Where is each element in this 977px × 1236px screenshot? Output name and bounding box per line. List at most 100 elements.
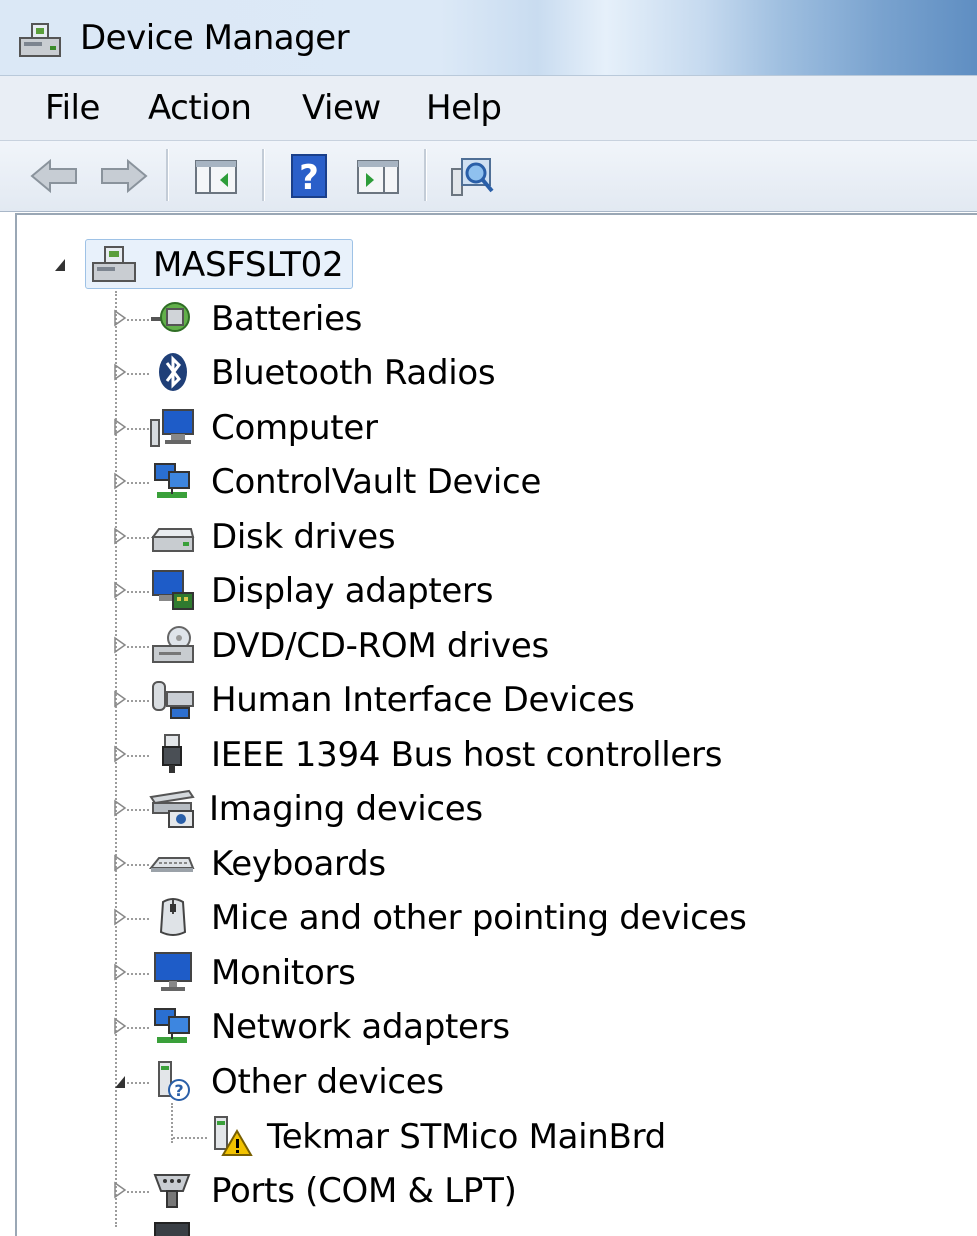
tree-connector xyxy=(127,537,149,539)
tree-connector xyxy=(127,373,149,375)
show-hide-console-tree-icon[interactable] xyxy=(190,151,244,201)
menu-view[interactable]: View xyxy=(302,88,381,128)
tree-node-label: Tekmar STMico MainBrd xyxy=(267,1117,666,1157)
back-arrow-icon[interactable] xyxy=(28,151,82,201)
tree-node-ieee-1394-bus-host-controllers[interactable]: IEEE 1394 Bus host controllers xyxy=(109,731,969,777)
collapse-arrow-icon[interactable] xyxy=(113,1072,127,1090)
expand-arrow-icon[interactable] xyxy=(113,799,127,817)
tree-node-keyboards[interactable]: Keyboards xyxy=(109,840,969,886)
tree-node-label: Disk drives xyxy=(211,517,396,557)
tree-node-dvd-cd-rom-drives[interactable]: DVD/CD-ROM drives xyxy=(109,622,969,668)
expand-arrow-icon[interactable] xyxy=(113,854,127,872)
expand-arrow-icon[interactable] xyxy=(113,1017,127,1035)
tree-node-label: Human Interface Devices xyxy=(211,680,635,720)
menu-help[interactable]: Help xyxy=(426,88,502,128)
mouse-icon xyxy=(149,896,195,938)
display-adapter-icon xyxy=(149,569,195,611)
expand-arrow-icon[interactable] xyxy=(113,963,127,981)
expand-arrow-icon[interactable] xyxy=(113,1181,127,1199)
tree-node-controlvault-device[interactable]: ControlVault Device xyxy=(109,458,969,504)
tree-node-label: Display adapters xyxy=(211,571,494,611)
battery-icon xyxy=(149,297,195,339)
tree-node-label: Other devices xyxy=(211,1062,444,1102)
tree-node-bluetooth-radios[interactable]: Bluetooth Radios xyxy=(109,349,969,395)
tree-node-disk-drives[interactable]: Disk drives xyxy=(109,513,969,559)
tree-connector xyxy=(127,482,149,484)
menu-bar: File Action View Help xyxy=(0,76,977,141)
help-icon[interactable]: ? xyxy=(284,151,338,201)
firewire-connector-icon xyxy=(149,733,195,775)
expand-arrow-icon[interactable] xyxy=(113,908,127,926)
expand-arrow-icon[interactable] xyxy=(113,363,127,381)
hid-icon xyxy=(149,678,195,720)
window-title: Device Manager xyxy=(80,18,350,58)
menu-action[interactable]: Action xyxy=(148,88,252,128)
computer-icon xyxy=(149,406,195,448)
scanner-camera-icon xyxy=(149,787,195,829)
port-connector-icon xyxy=(149,1169,195,1211)
dvd-drive-icon xyxy=(149,624,195,666)
tree-connector xyxy=(127,1191,149,1193)
network-adapter-icon xyxy=(149,1005,195,1047)
tree-node-network-adapters[interactable]: Network adapters xyxy=(109,1003,969,1049)
tree-node-human-interface-devices[interactable]: Human Interface Devices xyxy=(109,676,969,722)
expand-arrow-icon[interactable] xyxy=(113,636,127,654)
collapse-arrow-icon[interactable] xyxy=(53,255,67,273)
tree-node-display-adapters[interactable]: Display adapters xyxy=(109,567,969,613)
expand-arrow-icon[interactable] xyxy=(113,690,127,708)
tree-node-label: Batteries xyxy=(211,299,363,339)
tree-node-label: ControlVault Device xyxy=(211,462,542,502)
tree-connector xyxy=(127,755,149,757)
tree-node-computer[interactable]: Computer xyxy=(109,404,969,450)
scan-hardware-icon[interactable] xyxy=(446,151,500,201)
expand-arrow-icon[interactable] xyxy=(113,309,127,327)
network-device-icon xyxy=(149,460,195,502)
tree-connector xyxy=(127,864,149,866)
expand-arrow-icon[interactable] xyxy=(113,527,127,545)
tree-node-tekmar-stmico-mainbrd[interactable]: Tekmar STMico MainBrd xyxy=(167,1113,967,1159)
tree-node-label: IEEE 1394 Bus host controllers xyxy=(211,735,723,775)
toolbar-separator xyxy=(424,149,427,201)
monitor-icon xyxy=(149,951,195,993)
tree-connector xyxy=(127,646,149,648)
tree-root-node[interactable]: MASFSLT02 xyxy=(47,239,367,289)
tree-node-label: Computer xyxy=(211,408,378,448)
svg-text:?: ? xyxy=(299,158,319,198)
tree-connector xyxy=(127,700,149,702)
warning-device-icon xyxy=(207,1115,253,1157)
tree-node-mice-and-other-pointing-devices[interactable]: Mice and other pointing devices xyxy=(109,894,969,940)
tree-node-ports-com-lpt[interactable]: Ports (COM & LPT) xyxy=(109,1167,969,1213)
expand-arrow-icon[interactable] xyxy=(113,581,127,599)
tree-node-label: Ports (COM & LPT) xyxy=(211,1171,517,1211)
keyboard-icon xyxy=(148,842,195,884)
tree-node-label: DVD/CD-ROM drives xyxy=(211,626,549,666)
tree-node-label: Mice and other pointing devices xyxy=(211,898,747,938)
show-hide-action-pane-icon[interactable] xyxy=(352,151,406,201)
tree-connector xyxy=(127,1027,149,1029)
expand-arrow-icon[interactable] xyxy=(113,418,127,436)
forward-arrow-icon[interactable] xyxy=(96,151,150,201)
expand-arrow-icon[interactable] xyxy=(113,745,127,763)
tree-node-monitors[interactable]: Monitors xyxy=(109,949,969,995)
toolbar: ? xyxy=(0,141,977,212)
tree-node-other-devices[interactable]: ? Other devices xyxy=(109,1058,969,1104)
toolbar-separator xyxy=(262,149,265,201)
tree-connector xyxy=(173,1137,207,1139)
tree-node-label: Imaging devices xyxy=(209,789,483,829)
tree-connector xyxy=(127,319,149,321)
bluetooth-icon xyxy=(149,351,195,393)
tree-node-label: Monitors xyxy=(211,953,356,993)
expand-arrow-icon[interactable] xyxy=(113,472,127,490)
computer-tower-icon xyxy=(91,243,137,285)
tree-root-label: MASFSLT02 xyxy=(153,245,344,285)
tree-connector xyxy=(127,428,149,430)
tree-connector xyxy=(127,1082,149,1084)
device-manager-icon xyxy=(16,20,64,60)
tree-connector xyxy=(127,809,149,811)
tree-node-imaging-devices[interactable]: Imaging devices xyxy=(109,785,969,831)
menu-file[interactable]: File xyxy=(45,88,100,128)
tree-connector xyxy=(127,973,149,975)
svg-text:?: ? xyxy=(174,1081,183,1100)
tree-node-batteries[interactable]: Batteries xyxy=(109,295,969,341)
tree-node-label: Keyboards xyxy=(211,844,386,884)
